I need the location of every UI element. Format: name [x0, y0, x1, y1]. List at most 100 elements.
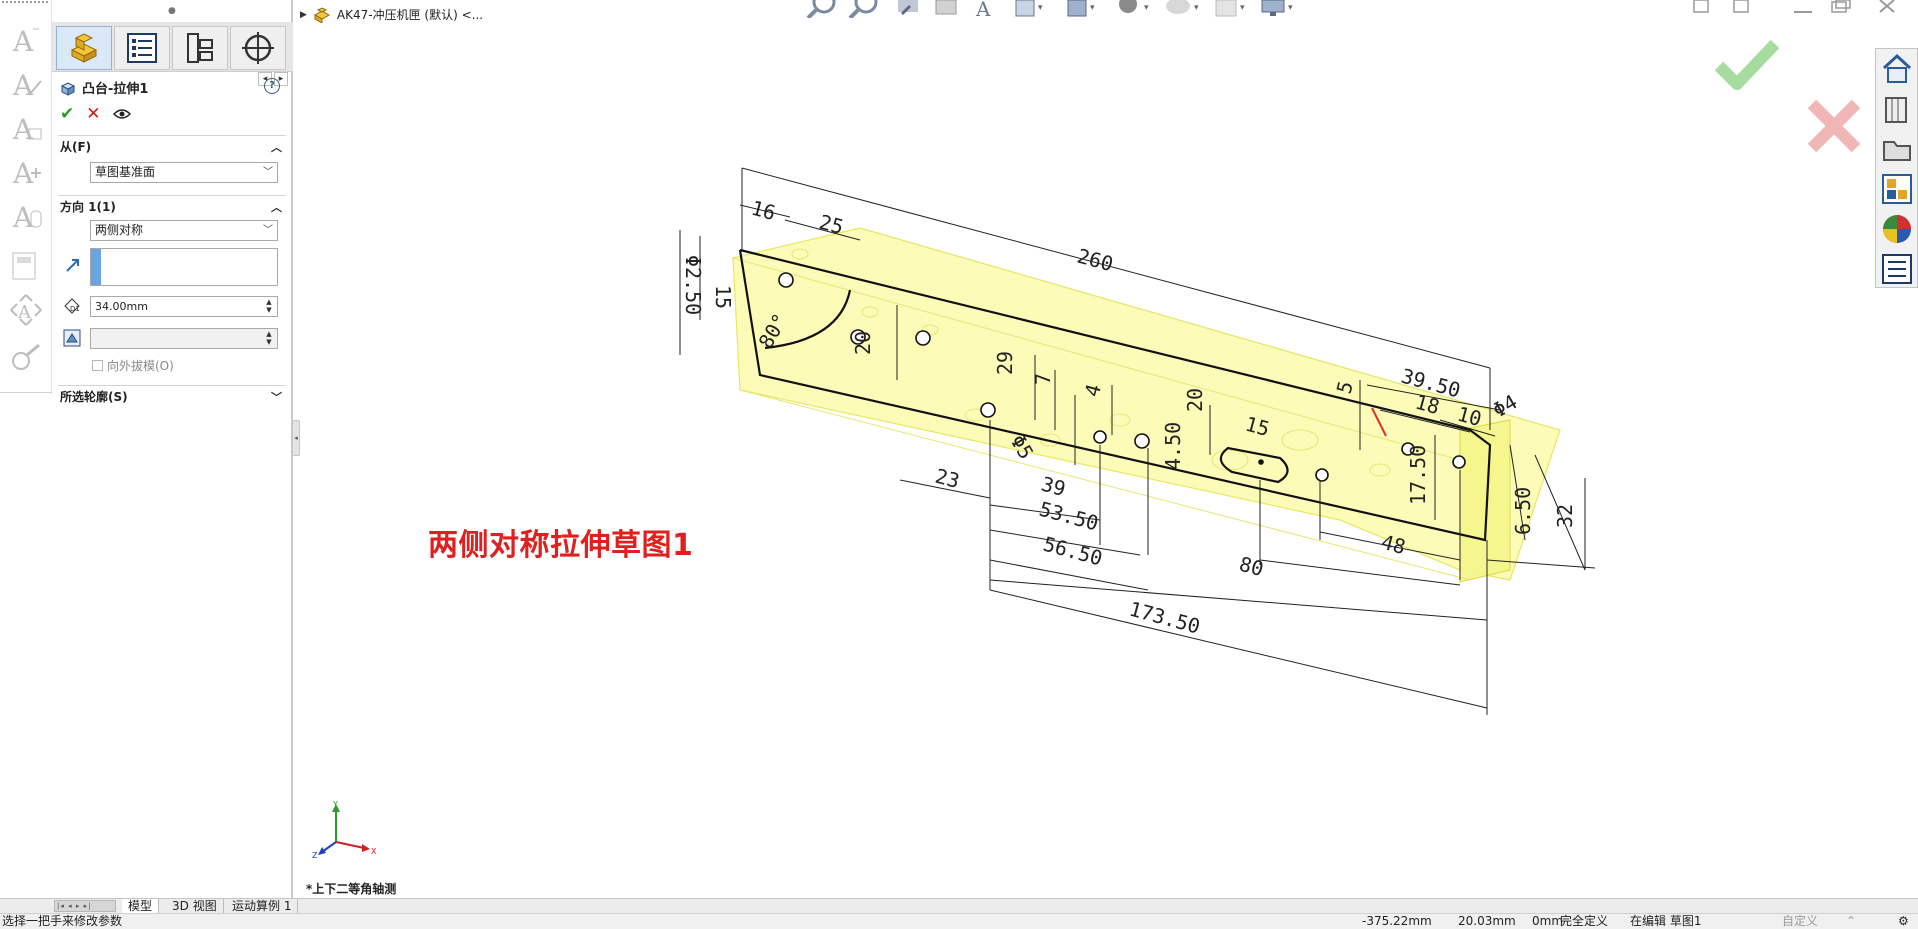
selected-contours-section-header[interactable]: 所选轮廓(S) ﹀ [58, 385, 286, 407]
chevron-up-icon[interactable]: ︿ [271, 199, 282, 215]
status-x: -375.22mm [1362, 914, 1432, 928]
leader-note-icon[interactable]: A [6, 108, 46, 148]
dim-29[interactable]: 29 [993, 351, 1017, 375]
svg-text:D1: D1 [70, 305, 80, 313]
reverse-direction-icon[interactable] [64, 256, 82, 274]
datum-icon[interactable]: A [6, 290, 46, 330]
dim-20b[interactable]: 20 [1183, 388, 1207, 412]
status-editing: 在编辑 草图1 [1630, 914, 1702, 928]
file-explorer-button[interactable] [1878, 131, 1916, 167]
property-manager-tab[interactable] [114, 26, 170, 70]
view-palette-icon [1882, 174, 1912, 204]
draft-spinner-icon[interactable]: ▲ ▼ [263, 330, 275, 347]
tab-motion-study[interactable]: 运动算例 1 [226, 899, 299, 914]
dim-173-50[interactable]: 173.50 [1127, 597, 1203, 639]
chevron-down-icon[interactable]: ﹀ [263, 221, 273, 240]
dim-23[interactable]: 23 [933, 464, 962, 493]
direction-selection-box[interactable] [90, 248, 278, 286]
panel-grip[interactable]: ● [168, 6, 176, 16]
direction1-section-title: 方向 1(1) [60, 200, 116, 214]
dim-6-50[interactable]: 6.50 [1511, 487, 1535, 535]
draft-outward-checkbox[interactable] [92, 360, 103, 371]
chevron-down-icon[interactable]: ﹀ [263, 163, 273, 182]
confirm-cancel-icon[interactable] [1806, 98, 1862, 154]
action-row: ✔ ✕ [60, 104, 131, 124]
from-section-header[interactable]: 从(F) ︿ [58, 135, 286, 157]
chevron-up-icon[interactable]: ⌃ [1846, 914, 1856, 929]
tab-model[interactable]: 模型 [122, 899, 160, 914]
reference-triad: Y X Z [312, 800, 377, 860]
dimxpert-icon [242, 32, 274, 64]
design-library-button[interactable] [1878, 91, 1916, 127]
dim-53-50[interactable]: 53.50 [1037, 497, 1101, 536]
stack-icon[interactable]: A [6, 196, 46, 236]
surface-finish-icon[interactable] [6, 244, 46, 284]
restore-pane-icon[interactable] [1693, 0, 1709, 13]
dim-7[interactable]: 7 [1031, 373, 1055, 385]
view-palette-button[interactable] [1878, 171, 1916, 207]
depth-input[interactable]: 34.00mm ▲ ▼ [90, 296, 278, 317]
cancel-x-icon[interactable]: ✕ [86, 104, 100, 124]
dim-20a[interactable]: 20 [851, 331, 875, 355]
tab-nav-icon[interactable]: |◂ ◂ ▸ ▸| [54, 900, 116, 912]
chevron-up-icon[interactable]: ︿ [271, 139, 282, 155]
draft-angle-input[interactable]: ▲ ▼ [90, 328, 278, 349]
annotation-label: 两侧对称拉伸草图1 [428, 528, 694, 563]
status-y: 20.03mm [1458, 914, 1516, 928]
dim-80[interactable]: 80 [1237, 552, 1266, 581]
svg-text:A: A [12, 69, 34, 102]
close-icon[interactable] [1879, 0, 1895, 13]
weld-icon[interactable] [6, 338, 46, 378]
balloon-icon[interactable]: A [6, 152, 46, 192]
dimxpert-tab[interactable] [230, 26, 286, 70]
depth-spinner-icon[interactable]: ▲ ▼ [263, 298, 275, 315]
dim-16[interactable]: 16 [749, 196, 778, 225]
draft-icon[interactable] [62, 328, 82, 348]
preview-eye-icon[interactable] [112, 107, 131, 121]
dim-32[interactable]: 32 [1553, 504, 1577, 528]
end-condition-select[interactable]: 两侧对称 ﹀ [90, 220, 278, 241]
custom-properties-button[interactable] [1878, 251, 1916, 287]
status-hint: 选择一把手来修改参数 [2, 914, 123, 928]
triad-x-label: X [371, 847, 377, 856]
view-orientation-name: *上下二等角轴测 [306, 882, 397, 896]
ok-check-icon[interactable]: ✔ [60, 104, 74, 124]
status-units[interactable]: 自定义 [1782, 914, 1818, 929]
boss-extrude-icon [60, 81, 76, 96]
status-bar: 选择一把手来修改参数 -375.22mm 20.03mm 0mm 完全定义 在编… [0, 913, 1918, 929]
dim-4-50[interactable]: 4.50 [1161, 422, 1185, 470]
from-start-condition-select[interactable]: 草图基准面 ﹀ [90, 162, 278, 183]
depth-icon: D1 [64, 298, 80, 314]
dim-260[interactable]: 260 [1075, 244, 1116, 277]
appearances-button[interactable] [1878, 211, 1916, 247]
strip-separator [0, 392, 52, 393]
svg-text:A: A [17, 302, 32, 323]
svg-text:A: A [12, 157, 34, 190]
home-button[interactable] [1878, 51, 1916, 87]
feature-manager-tab[interactable] [56, 26, 112, 70]
help-icon[interactable]: ? [264, 78, 280, 94]
text-annotation-icon[interactable]: A [6, 20, 46, 60]
triad-z-label: Z [312, 851, 318, 860]
dim-15[interactable]: 15 [711, 285, 735, 309]
sketch-view[interactable]: 260 16 25 15 Φ2.50 80° 20 29 7 4 20 4.50… [295, 0, 1595, 740]
dim-48[interactable]: 48 [1379, 530, 1408, 559]
selection-highlight [91, 249, 101, 285]
status-settings-icon[interactable]: ⚙ [1898, 914, 1909, 929]
window-controls [1693, 0, 1895, 13]
property-manager-icon [127, 33, 157, 63]
dim-17-50[interactable]: 17.50 [1406, 445, 1430, 505]
direction1-section-header[interactable]: 方向 1(1) ︿ [58, 195, 286, 217]
chevron-down-icon[interactable]: ﹀ [271, 389, 282, 405]
spell-annotation-icon[interactable]: A [6, 64, 46, 104]
design-library-icon [1885, 97, 1907, 123]
dim-56-50[interactable]: 56.50 [1041, 532, 1105, 571]
tile-icon[interactable] [1733, 0, 1749, 13]
dim-phi2-50[interactable]: Φ2.50 [681, 255, 705, 315]
selected-contours-title: 所选轮廓(S) [60, 390, 128, 404]
maximize-icon[interactable] [1831, 0, 1851, 13]
configuration-manager-tab[interactable] [172, 26, 228, 70]
draft-outward-option[interactable]: 向外拔模(O) [92, 357, 174, 374]
confirm-ok-icon[interactable] [1715, 36, 1779, 92]
tab-3d-view[interactable]: 3D 视图 [166, 899, 224, 914]
